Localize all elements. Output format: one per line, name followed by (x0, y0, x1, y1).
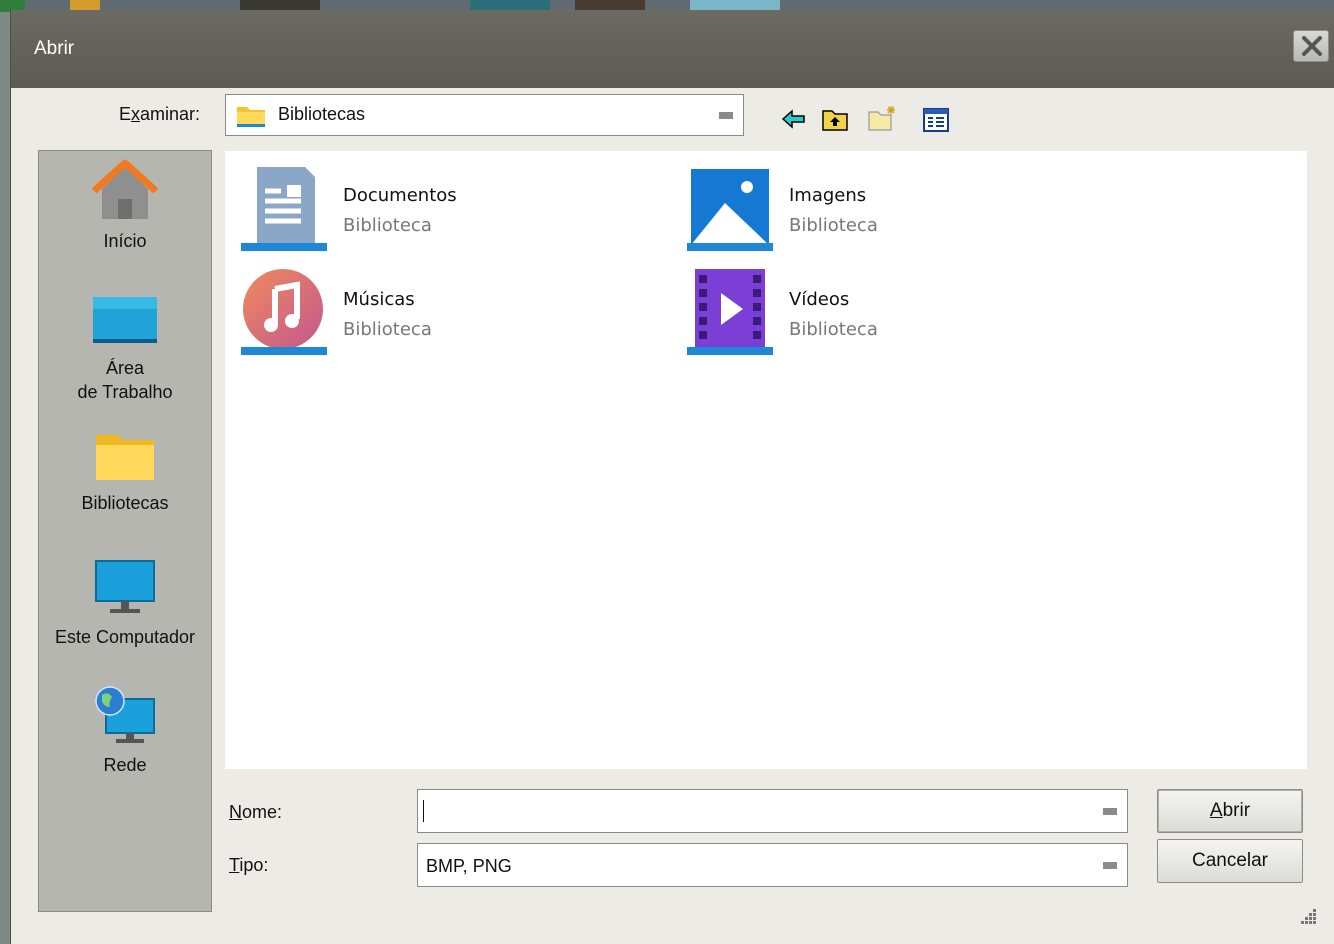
pictures-library-icon (687, 169, 773, 251)
computer-icon (95, 560, 155, 613)
network-icon (95, 686, 155, 743)
home-icon (91, 159, 159, 219)
place-label: Bibliotecas (81, 493, 169, 513)
library-type: Biblioteca (343, 319, 432, 340)
desktop-icon (93, 297, 157, 343)
folder-icon (237, 107, 265, 127)
place-label-2: de Trabalho (77, 382, 173, 402)
place-label: Área (105, 358, 145, 378)
open-file-dialog: Abrir Examinar: Bibliotecas Início Área … (10, 10, 1334, 944)
file-type-value: BMP, PNG (426, 856, 512, 876)
library-item-music[interactable]: Músicas Biblioteca (239, 267, 599, 362)
file-list[interactable]: Documentos Biblioteca Imagens Biblioteca (225, 151, 1307, 769)
library-name: Músicas (343, 289, 415, 310)
place-desktop[interactable]: Área de Trabalho (39, 291, 211, 404)
close-icon (1302, 36, 1322, 56)
library-name: Vídeos (789, 289, 850, 310)
dropdown-arrow-icon (719, 112, 733, 119)
place-home[interactable]: Início (39, 159, 211, 254)
cancel-button[interactable]: Cancelar (1157, 839, 1303, 883)
file-name-combo[interactable] (417, 789, 1128, 833)
library-name: Imagens (789, 185, 867, 206)
look-in-combo[interactable]: Bibliotecas (225, 94, 744, 136)
places-bar: Início Área de Trabalho Bibliotecas Este… (38, 150, 212, 912)
library-item-videos[interactable]: Vídeos Biblioteca (685, 267, 1045, 362)
new-folder-icon[interactable] (867, 104, 899, 132)
library-name: Documentos (343, 185, 457, 206)
dropdown-arrow-icon[interactable] (1103, 862, 1117, 869)
resize-grip-icon[interactable] (1297, 905, 1319, 927)
music-library-icon (241, 269, 327, 355)
place-label: Início (103, 231, 147, 251)
type-label: Tipo: (229, 855, 269, 875)
documents-library-icon (241, 167, 327, 251)
file-type-combo[interactable]: BMP, PNG (417, 843, 1128, 887)
place-libraries[interactable]: Bibliotecas (39, 429, 211, 516)
view-menu-icon[interactable] (923, 108, 949, 132)
library-type: Biblioteca (343, 215, 432, 236)
file-name-input[interactable] (423, 800, 424, 822)
dropdown-arrow-icon[interactable] (1103, 808, 1117, 815)
folder-icon (96, 435, 154, 480)
back-arrow-icon[interactable] (781, 108, 807, 130)
library-item-pictures[interactable]: Imagens Biblioteca (685, 163, 1045, 258)
place-this-pc[interactable]: Este Computador (39, 557, 211, 650)
name-label: Nome: (229, 802, 283, 822)
open-button[interactable]: Abrir (1157, 789, 1303, 833)
place-label: Rede (103, 755, 147, 775)
title-bar[interactable]: Abrir (11, 10, 1334, 88)
library-type: Biblioteca (789, 215, 878, 236)
close-button[interactable] (1293, 30, 1329, 62)
place-network[interactable]: Rede (39, 685, 211, 778)
place-label: Este Computador (54, 627, 196, 647)
library-item-documents[interactable]: Documentos Biblioteca (239, 163, 599, 258)
window-title: Abrir (34, 38, 75, 59)
look-in-label: Examinar: (119, 104, 201, 124)
library-type: Biblioteca (789, 319, 878, 340)
videos-library-icon (687, 269, 773, 355)
look-in-value: Bibliotecas (278, 104, 366, 124)
up-folder-icon[interactable] (821, 108, 849, 132)
